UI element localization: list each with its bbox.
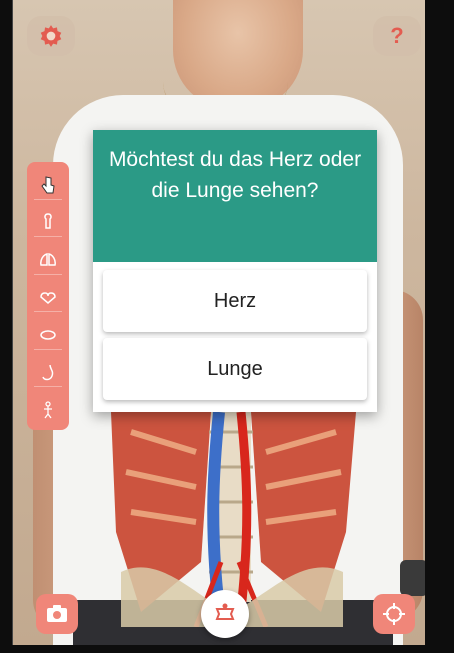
tool-lungs[interactable] [34, 246, 62, 275]
gear-icon [40, 25, 62, 47]
organ-choice-dialog: Möchtest du das Herz oder die Lunge sehe… [93, 130, 377, 412]
tool-kidney[interactable] [34, 321, 62, 350]
camera-icon [47, 605, 67, 622]
dialog-question: Möchtest du das Herz oder die Lunge sehe… [93, 130, 377, 262]
lungs-icon [40, 252, 56, 266]
tool-stomach[interactable] [34, 359, 62, 388]
camera-button[interactable] [36, 594, 78, 634]
hand-pointer-icon [41, 176, 55, 194]
help-button[interactable]: ? [373, 16, 421, 56]
tool-pointer[interactable] [34, 171, 62, 200]
tool-heart[interactable] [34, 284, 62, 313]
heart-icon [40, 291, 56, 304]
kidney-icon [40, 330, 56, 340]
option-lunge-button[interactable]: Lunge [103, 338, 367, 400]
stomach-icon [42, 364, 54, 380]
body-icon [44, 401, 52, 419]
center-scan-button[interactable] [201, 590, 249, 638]
option-herz-button[interactable]: Herz [103, 270, 367, 332]
tool-body[interactable] [34, 396, 62, 424]
settings-button[interactable] [27, 16, 75, 56]
question-mark-icon: ? [390, 23, 404, 48]
body-scan-icon [215, 603, 235, 620]
tool-skeleton[interactable] [34, 209, 62, 238]
wristwatch [400, 560, 425, 596]
bone-icon [44, 213, 52, 230]
crosshair-icon [383, 603, 405, 625]
ar-camera-view: ? Möchtest du das Herz oder die Lunge se… [12, 0, 425, 645]
organ-toolbar [27, 162, 69, 430]
target-button[interactable] [373, 594, 415, 634]
